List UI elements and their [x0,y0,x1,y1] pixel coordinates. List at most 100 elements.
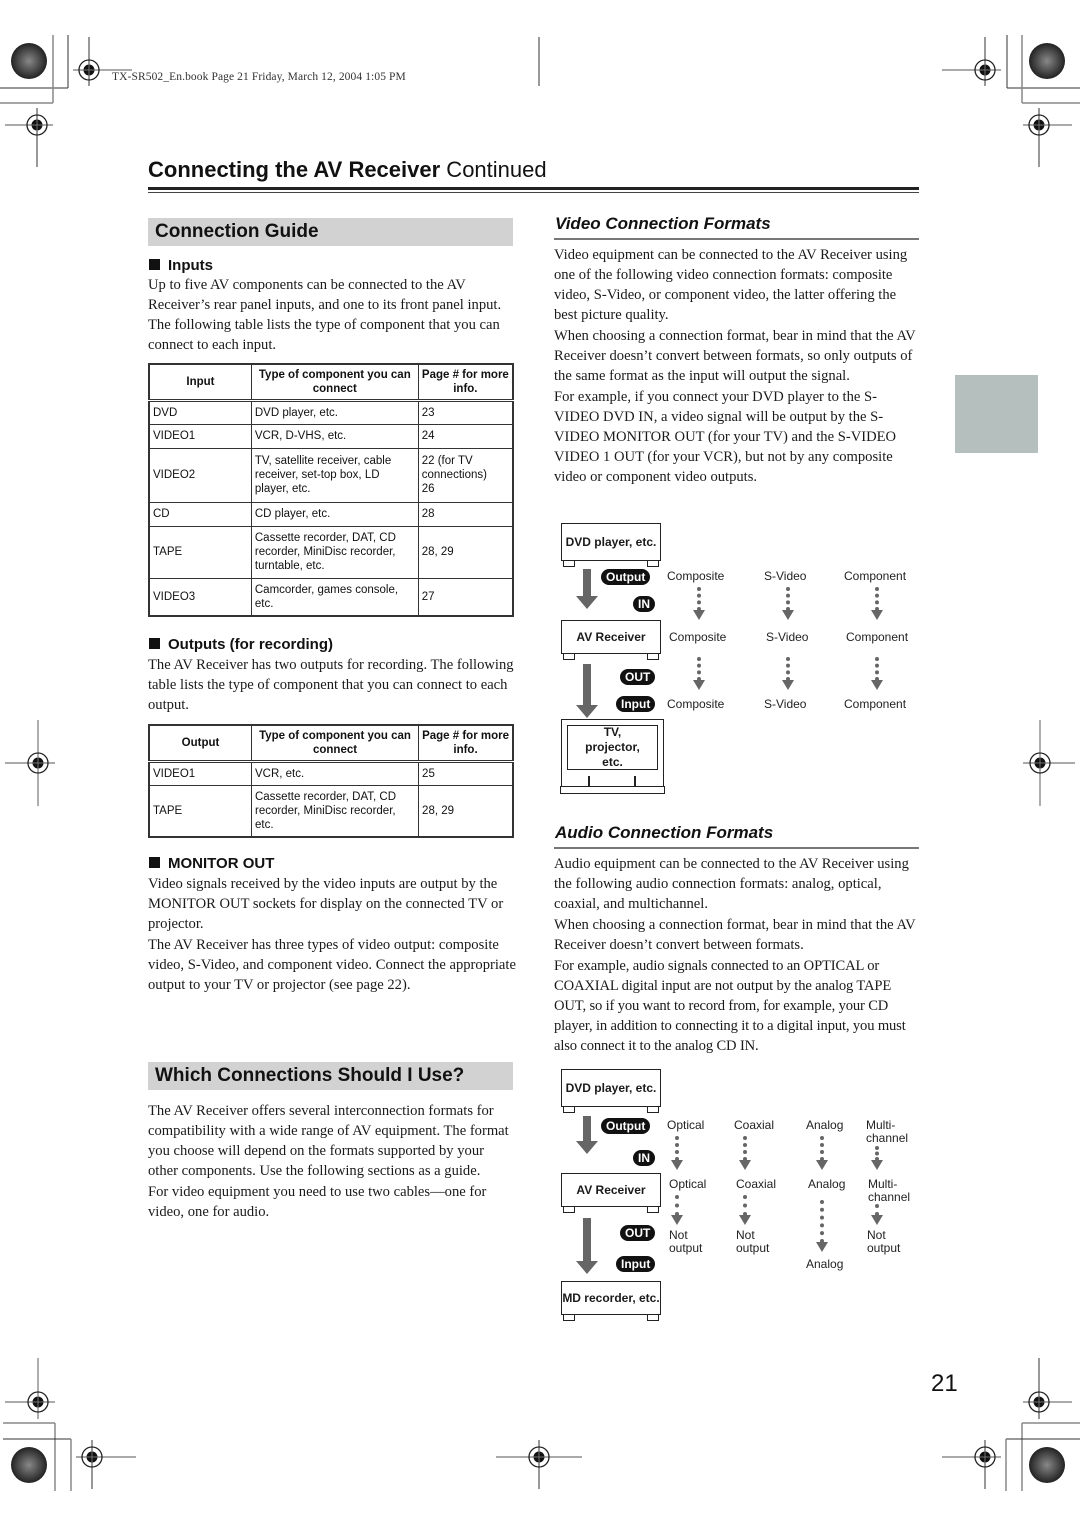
page-title: Connecting the AV Receiver Continued [148,157,547,183]
format-label: Component [844,569,907,583]
table-cell: 25 [418,760,514,786]
tv-base [560,786,665,794]
source-device-box: DVD player, etc. [561,1069,661,1107]
dotted-arrow-icon [816,1200,828,1252]
format-label: Coaxial [734,1118,775,1132]
dotted-arrow-icon [693,657,705,690]
video-para-3: For example, if you connect your DVD pla… [554,389,897,485]
table-cell: VIDEO1 [148,760,252,786]
table-header: Type of component you can connect [250,363,419,402]
table-row: TAPE Cassette recorder, DAT, CD recorder,… [148,525,514,579]
in-pill: IN [633,596,655,612]
down-arrow-icon [576,569,598,609]
out-pill: OUT [620,1225,656,1241]
format-label: S-Video [764,569,807,583]
which-connections-para-1: The AV Receiver offers several interconn… [148,1103,509,1179]
format-label: Optical [669,1177,707,1191]
table-cell: TAPE [148,784,252,838]
table-cell: 24 [417,423,514,449]
table-cell: CD [148,501,252,527]
monitor-out-heading: MONITOR OUT [149,855,274,872]
table-cell: 28, 29 [417,525,514,579]
table-cell: Camcorder, games console, etc. [250,577,419,617]
destination-label: TV, projector, etc. [585,725,640,769]
dotted-arrow-icon [739,1195,751,1225]
monitor-out-para-2: The AV Receiver has three types of video… [148,937,516,993]
audio-para-2: When choosing a connection format, bear … [554,917,916,953]
format-label: Multi- channel [866,1118,909,1145]
not-output-label: Not output [669,1228,703,1255]
out-pill: OUT [620,669,656,685]
video-formats-heading: Video Connection Formats [555,214,771,233]
outputs-heading: Outputs (for recording) [149,636,333,653]
device-feet [563,1207,659,1213]
table-header: Type of component you can connect [250,724,420,763]
table-row: VIDEO1 VCR, etc. 25 [148,760,514,786]
table-cell: VCR, D-VHS, etc. [250,423,419,449]
not-output-label: Not output [867,1228,901,1255]
table-row: VIDEO1 VCR, D-VHS, etc. 24 [148,423,514,449]
square-bullet-icon [149,638,160,649]
table-cell: TV, satellite receiver, cable receiver, … [250,447,419,503]
table-cell: 22 (for TV connections) 26 [417,447,514,503]
which-connections-text: The AV Receiver offers several interconn… [148,1101,516,1222]
table-row: TAPE Cassette recorder, DAT, CD recorder,… [148,784,514,838]
dotted-arrow-icon [816,1136,828,1170]
dotted-arrow-icon [782,657,794,690]
dotted-arrow-icon [871,657,883,690]
receiver-box: AV Receiver [561,1173,661,1207]
format-label: Composite [667,569,725,583]
receiver-label: AV Receiver [576,629,646,644]
table-cell: VIDEO2 [148,447,252,503]
table-row: CD CD player, etc. 28 [148,501,514,527]
inputs-heading: Inputs [149,257,213,274]
table-header: Output [148,724,252,763]
format-label: Analog [808,1177,846,1191]
table-cell: CD player, etc. [250,501,419,527]
destination-device-box: MD recorder, etc. [561,1281,661,1315]
outputs-heading-text: Outputs (for recording) [168,636,333,653]
format-label: Component [846,630,909,644]
source-device-label: DVD player, etc. [565,534,657,549]
format-label: Analog [806,1118,844,1132]
table-cell: 28 [417,501,514,527]
table-cell: 27 [417,577,514,617]
device-feet [563,561,659,567]
square-bullet-icon [149,857,160,868]
book-info-line: TX-SR502_En.book Page 21 Friday, March 1… [112,71,406,83]
device-feet [563,1315,659,1321]
monitor-out-heading-text: MONITOR OUT [168,855,275,872]
table-cell: Cassette recorder, DAT, CD recorder, Min… [250,784,420,838]
table-header: Input [148,363,252,402]
table-row: VIDEO2 TV, satellite receiver, cable rece… [148,447,514,503]
monitor-out-para-1: Video signals received by the video inpu… [148,876,504,932]
table-row: VIDEO3 Camcorder, games console, etc. 27 [148,577,514,617]
table-cell: TAPE [148,525,252,579]
dotted-arrow-icon [693,587,705,620]
monitor-out-text: Video signals received by the video inpu… [148,874,516,995]
table-cell: 28, 29 [418,784,514,838]
video-para-1: Video equipment can be connected to the … [554,247,908,323]
down-arrow-icon [576,1218,598,1274]
page-title-continued: Continued [440,157,547,182]
format-label: S-Video [766,630,809,644]
dotted-arrow-icon [739,1136,751,1170]
output-pill: Output [601,1118,651,1134]
table-cell: 23 [417,399,514,425]
title-rule-thin [148,192,919,193]
inputs-table: Input Type of component you can connect … [148,363,514,617]
format-label: Composite [669,630,727,644]
table-cell: DVD [148,399,252,425]
which-connections-heading: Which Connections Should I Use? [148,1062,513,1090]
table-header: Page # for more info. [417,363,514,402]
device-feet [563,1107,659,1113]
section-side-tab [955,375,1038,453]
format-label: Composite [667,697,725,711]
device-feet [563,654,659,660]
source-device-box: DVD player, etc. [561,523,661,561]
not-output-label: Not output [736,1228,770,1255]
format-label: Component [844,697,907,711]
title-rule [148,187,919,190]
which-connections-para-2: For video equipment you need to use two … [148,1184,487,1220]
audio-para-1: Audio equipment can be connected to the … [554,856,909,912]
